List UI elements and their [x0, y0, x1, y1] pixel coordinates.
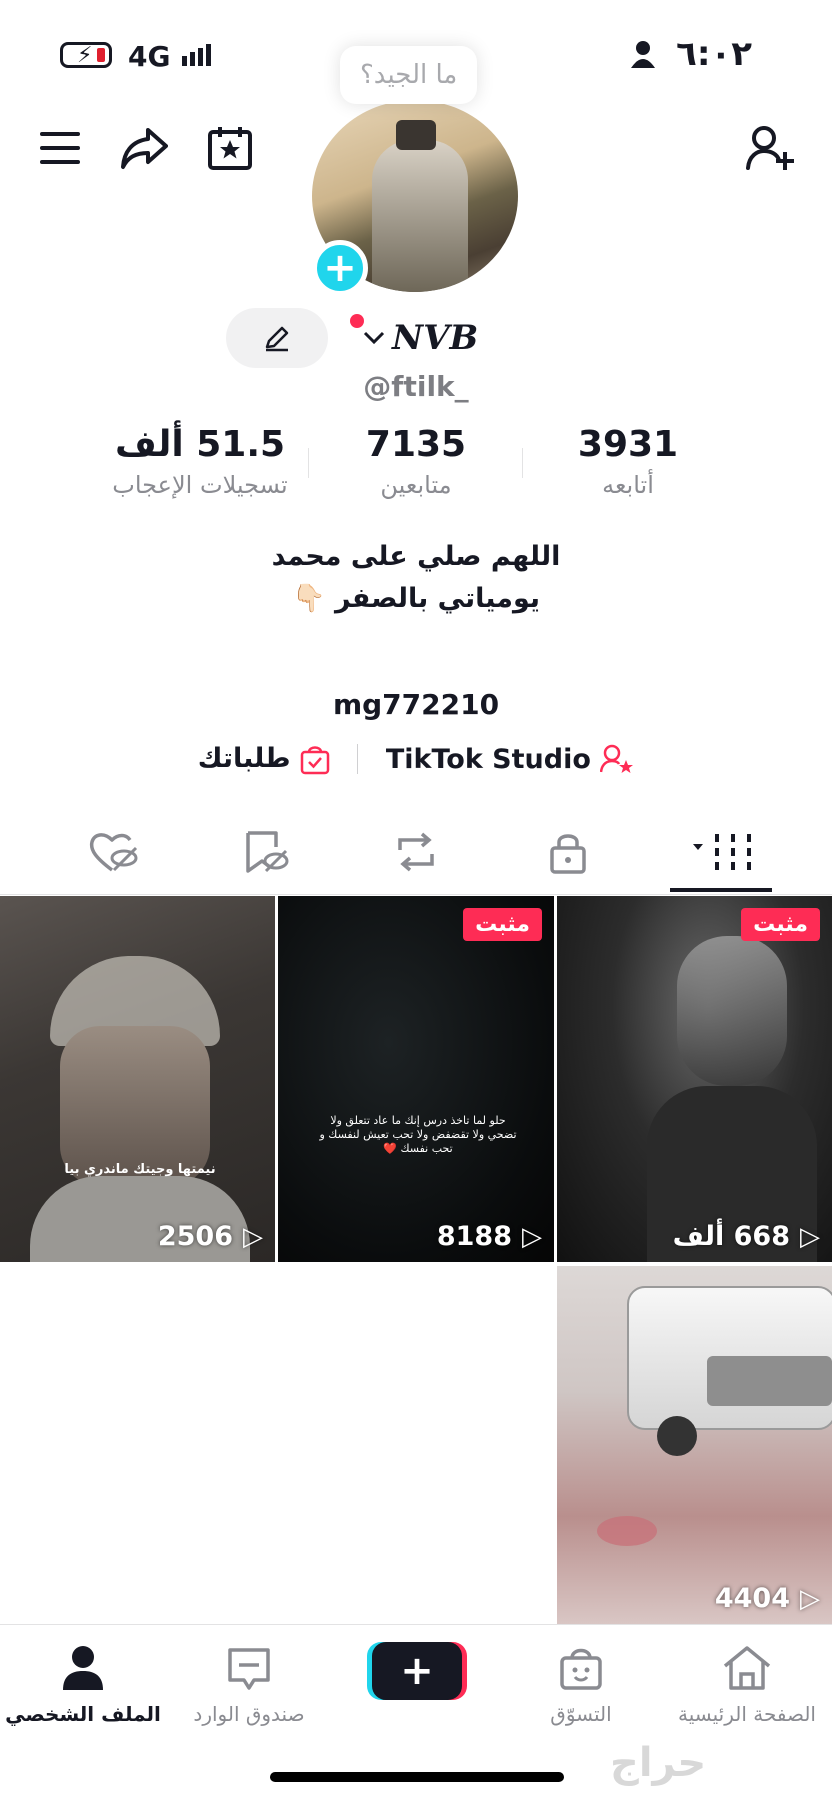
play-icon: ▷	[243, 1221, 263, 1252]
chevron-down-icon[interactable]	[362, 330, 386, 346]
video-views: ▷ 2506	[158, 1221, 263, 1252]
stat-followers-label: متابعين	[380, 471, 452, 499]
creator-star-icon	[600, 744, 634, 773]
shopping-bag-check-icon	[300, 746, 330, 774]
nav-inbox-label: صندوق الوارد	[193, 1702, 305, 1726]
person-status-icon	[631, 41, 655, 68]
network-type: 4G	[128, 40, 171, 73]
video-views: ▷ 668 ألف	[673, 1221, 820, 1252]
add-friend-icon[interactable]	[744, 122, 796, 174]
nav-shop-label: التسوّق	[550, 1702, 612, 1726]
status-time: ٦:٠٢	[676, 34, 752, 74]
orders-button[interactable]: طلباتك	[197, 742, 330, 775]
play-icon: ▷	[800, 1583, 820, 1614]
tab-reposts[interactable]	[386, 822, 446, 882]
tiktok-studio-button[interactable]: TikTok Studio	[376, 743, 634, 775]
view-count: 2506	[157, 1221, 233, 1252]
profile-icon	[63, 1646, 103, 1690]
stat-following[interactable]: 3931 أتابعه	[508, 424, 748, 499]
signal-icon	[182, 44, 214, 66]
pencil-icon	[265, 326, 289, 352]
add-story-button[interactable]: +	[312, 240, 368, 296]
bio-line: يومياتي بالصفر 👇🏻	[291, 583, 541, 614]
profile-username: @ftilk_	[363, 370, 469, 403]
calendar-star-icon[interactable]	[204, 122, 256, 174]
creator-tools: TikTok Studio طلباتك	[0, 742, 832, 775]
repost-icon	[398, 832, 434, 872]
pinned-badge: مثبت	[463, 908, 542, 941]
tab-active-indicator	[670, 888, 772, 892]
view-count: 4404	[714, 1583, 790, 1614]
status-tooltip[interactable]: ما الجيد؟	[340, 46, 478, 104]
nav-home[interactable]: الصفحة الرئيسية	[664, 1636, 830, 1726]
stat-likes-value: 51.5 ألف	[114, 424, 286, 465]
play-icon: ▷	[800, 1221, 820, 1252]
nav-inbox[interactable]: صندوق الوارد	[166, 1636, 332, 1726]
share-icon[interactable]	[118, 122, 170, 174]
stat-likes[interactable]: 51.5 ألف تسجيلات الإعجاب	[80, 424, 320, 499]
video-tile[interactable]: نيمتها وجيتك ماندري بيا ▷ 2506	[0, 896, 275, 1262]
inbox-icon	[228, 1648, 270, 1690]
notification-dot	[350, 314, 364, 328]
tab-videos[interactable]	[686, 822, 766, 882]
stat-following-value: 3931	[577, 424, 679, 465]
stat-following-label: أتابعه	[602, 471, 654, 499]
edit-profile-button[interactable]	[226, 308, 328, 368]
tab-favorites[interactable]	[236, 822, 296, 882]
heart-hidden-icon	[89, 833, 138, 872]
home-icon	[723, 1646, 771, 1690]
menu-icon[interactable]	[34, 122, 86, 174]
stat-likes-label: تسجيلات الإعجاب	[112, 471, 288, 499]
view-count: 8188	[436, 1221, 512, 1252]
video-tile[interactable]: حلو لما تاخذ درس إنك ما عاد تتعلق ولا تض…	[278, 896, 554, 1262]
tiktok-studio-label: TikTok Studio	[385, 743, 591, 775]
stat-followers[interactable]: 7135 متابعين	[296, 424, 536, 499]
battery-icon: ⚡	[60, 42, 112, 68]
tabs-divider	[0, 894, 832, 895]
video-tile[interactable]: ▷ 4404	[557, 1266, 832, 1624]
play-icon: ▷	[522, 1221, 542, 1252]
view-count: 668 ألف	[672, 1221, 790, 1252]
tools-divider	[357, 743, 359, 774]
lock-icon	[550, 834, 586, 874]
nav-shop[interactable]: التسوّق	[498, 1636, 664, 1726]
bio-line: اللهم صلي على محمد	[271, 541, 561, 572]
nav-profile[interactable]: الملف الشخصي	[0, 1636, 166, 1726]
watermark-logo: حراج	[610, 1740, 707, 1786]
bio: اللهم صلي على محمد يومياتي بالصفر 👇🏻	[0, 536, 832, 620]
tab-liked[interactable]	[84, 822, 144, 882]
bookmark-hidden-icon	[246, 831, 289, 873]
home-indicator[interactable]	[270, 1772, 564, 1782]
create-icon: +	[400, 1648, 434, 1694]
video-views: ▷ 4404	[715, 1583, 820, 1614]
pinned-badge: مثبت	[741, 908, 820, 941]
video-tile[interactable]: مثبت ▷ 668 ألف	[557, 896, 832, 1262]
profile-name[interactable]: NVB	[392, 318, 478, 358]
video-views: ▷ 8188	[437, 1221, 542, 1252]
video-caption: حلو لما تاخذ درس إنك ما عاد تتعلق ولا تض…	[319, 1114, 517, 1155]
nav-home-label: الصفحة الرئيسية	[678, 1702, 816, 1726]
nav-profile-label: الملف الشخصي	[5, 1702, 161, 1726]
tab-private[interactable]	[538, 822, 598, 882]
profile-link[interactable]: mg772210	[0, 688, 832, 721]
create-button[interactable]: +	[372, 1642, 462, 1700]
grid-icon	[693, 834, 751, 870]
orders-label: طلباتك	[197, 743, 291, 775]
shop-icon	[560, 1648, 602, 1690]
stat-followers-value: 7135	[365, 424, 467, 465]
video-caption: نيمتها وجيتك ماندري بيا	[64, 1162, 216, 1177]
